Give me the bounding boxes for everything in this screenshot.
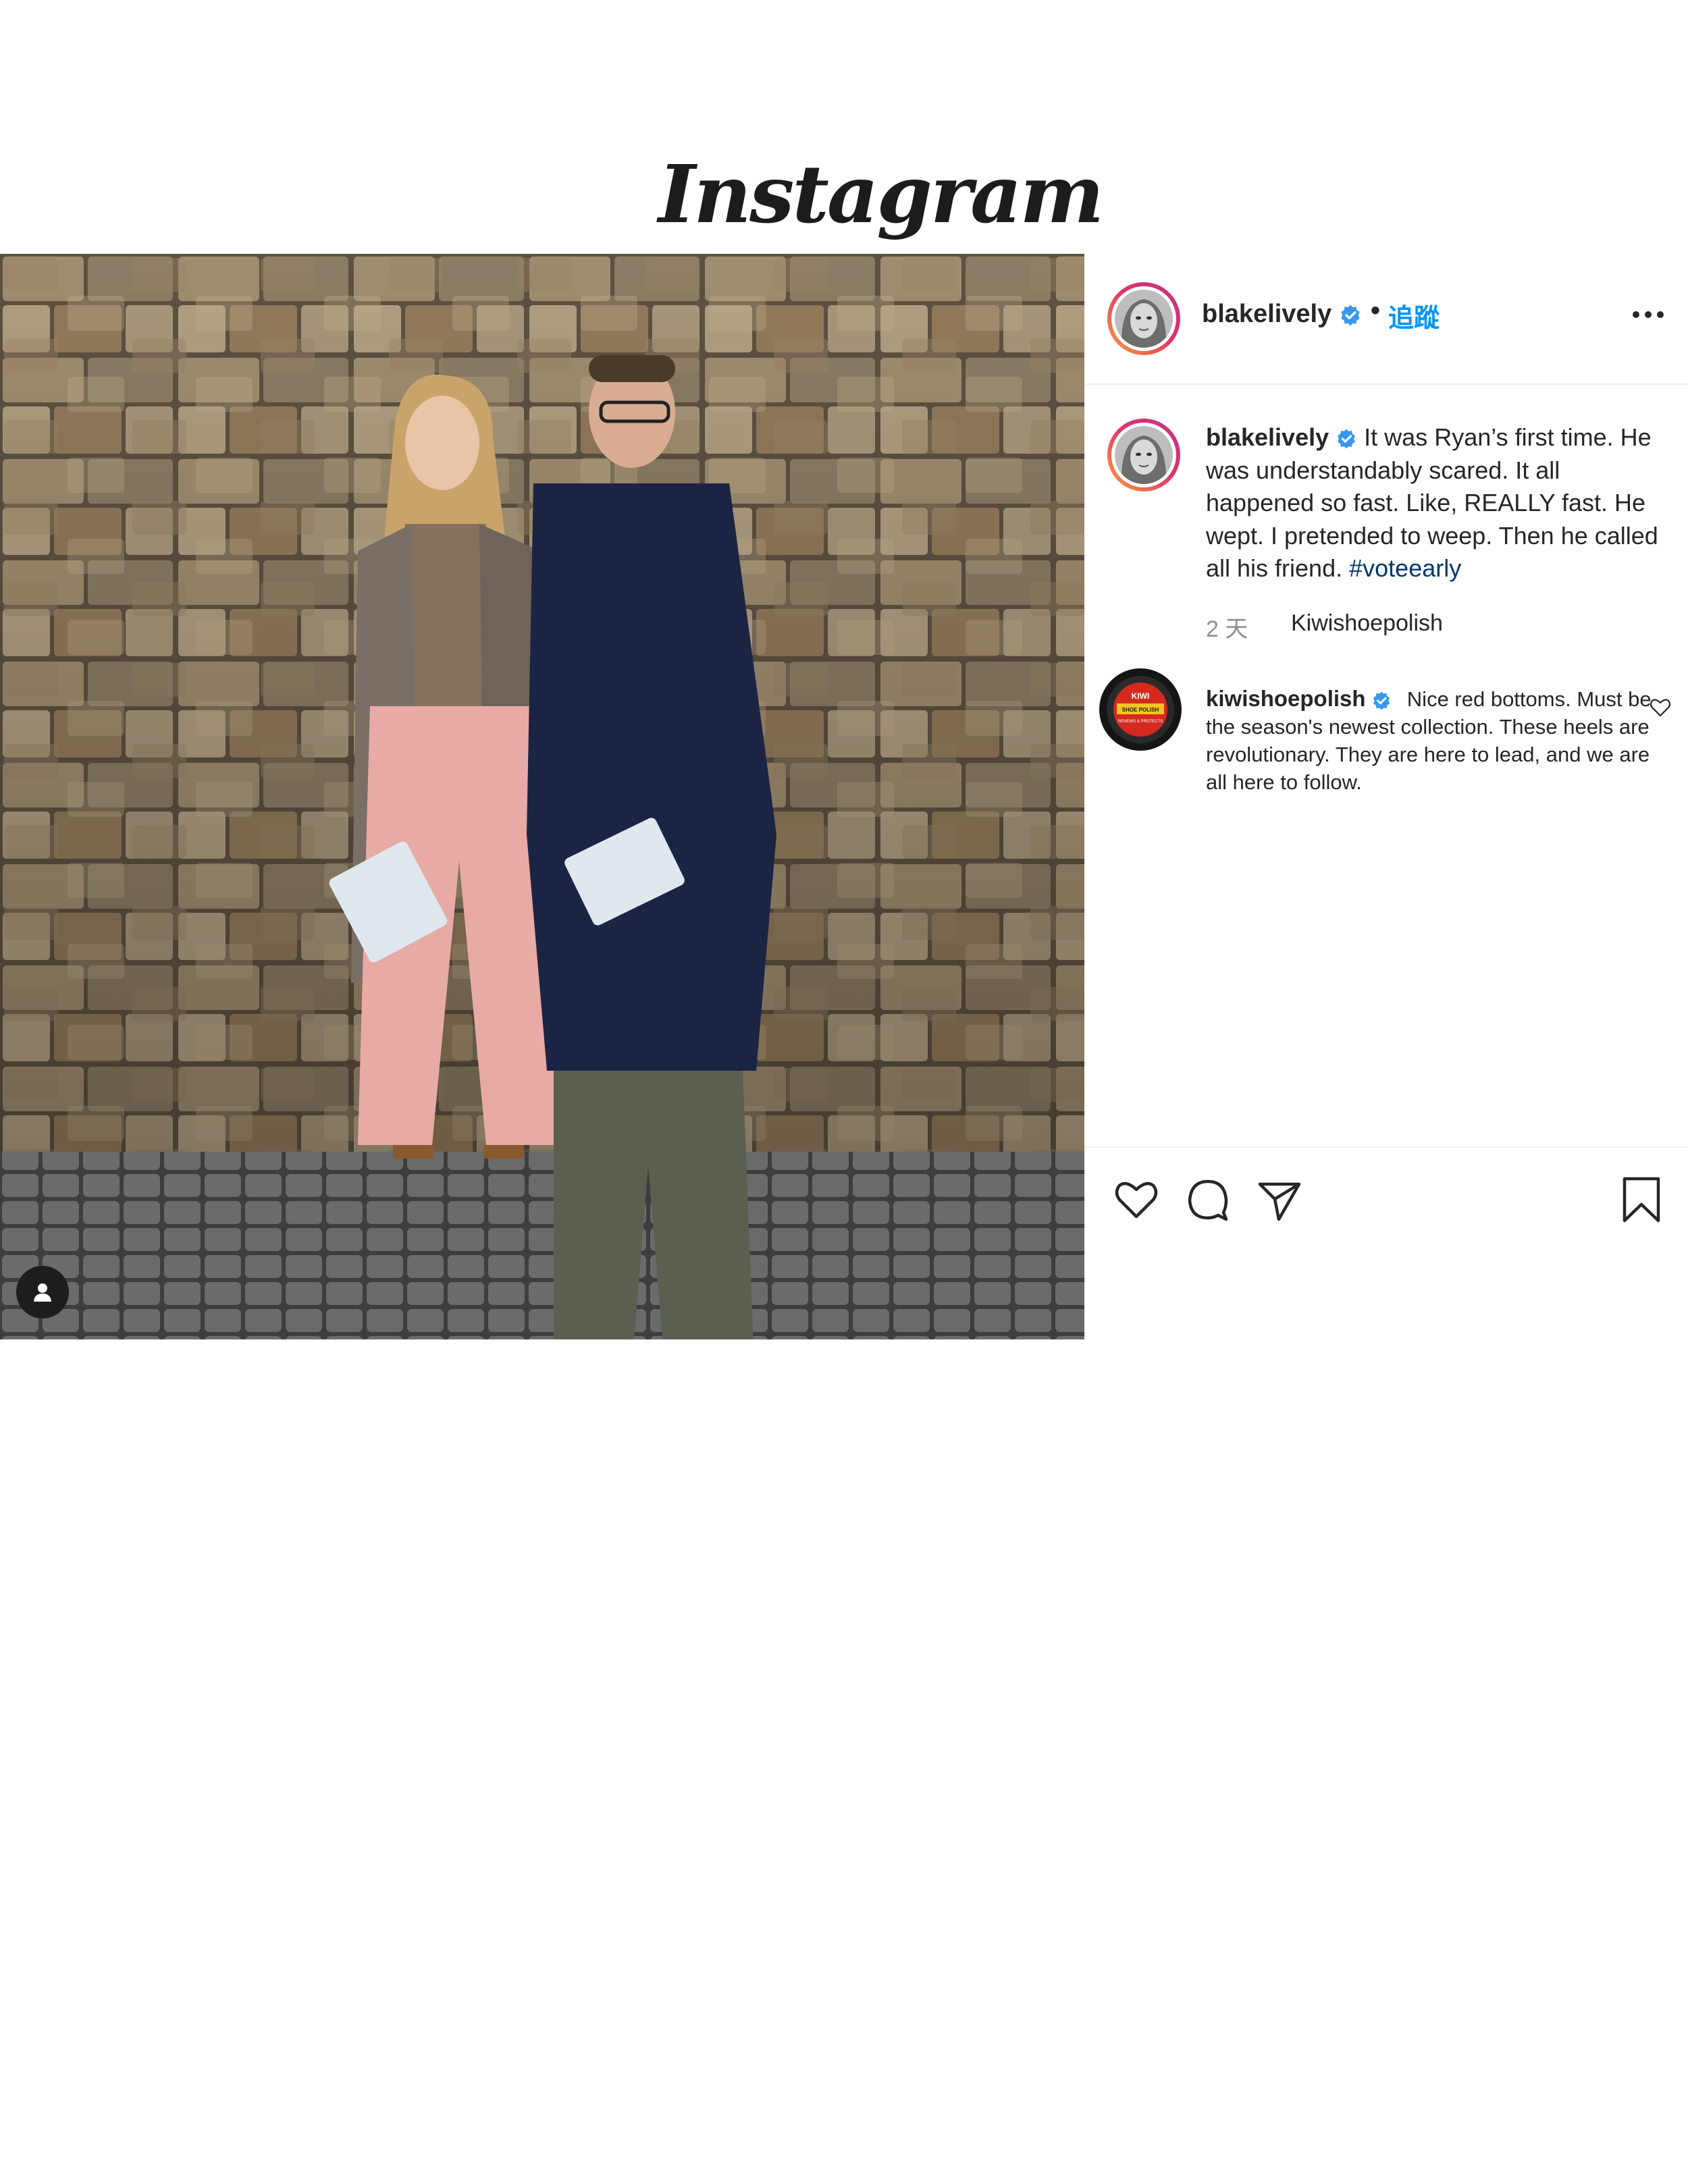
follow-button[interactable]: 追蹤: [1388, 297, 1440, 334]
author-username-text[interactable]: blakelively: [1202, 300, 1331, 328]
verified-badge-icon: [1373, 691, 1390, 710]
comment-username[interactable]: kiwishoepolish: [1206, 686, 1366, 711]
bookmark-icon[interactable]: [1618, 1176, 1665, 1223]
kiwi-brand-text: KIWI: [1132, 691, 1150, 701]
comment-item: kiwishoepolish Nice red bottoms. Must be…: [1206, 685, 1665, 796]
author-avatar[interactable]: [1107, 282, 1180, 355]
user-tag-icon[interactable]: [16, 1266, 69, 1319]
caption-avatar[interactable]: [1107, 419, 1180, 491]
caption-meta: 2 天 Kiwishoepolish: [1206, 610, 1443, 643]
caption-username[interactable]: blakelively: [1206, 423, 1329, 451]
kiwi-sub-text: RENEWS & PROTECTS: [1118, 720, 1163, 724]
post-actions: [1084, 1146, 1688, 1229]
comment-icon[interactable]: [1184, 1176, 1232, 1223]
reply-user-link[interactable]: Kiwishoepolish: [1291, 610, 1443, 637]
post-header: blakelively • 追蹤: [1084, 254, 1688, 385]
share-icon[interactable]: [1256, 1176, 1303, 1223]
heart-icon[interactable]: [1113, 1176, 1160, 1223]
commenter-avatar[interactable]: KIWI SHOE POLISH RENEWS & PROTECTS: [1099, 668, 1182, 751]
comment-heart-icon[interactable]: [1649, 696, 1672, 719]
verified-badge-icon: [1341, 304, 1360, 326]
post-caption: blakelively It was Ryan’s first time. He…: [1206, 421, 1665, 585]
instagram-logo: Instagram: [658, 147, 1104, 241]
author-username[interactable]: blakelively: [1202, 300, 1362, 329]
post-sidebar: blakelively • 追蹤 blakelively It was Ryan…: [1084, 254, 1688, 1339]
post-photo[interactable]: [0, 254, 1084, 1339]
header-separator: •: [1371, 296, 1381, 325]
kiwi-label-text: SHOE POLISH: [1122, 707, 1159, 713]
more-options-icon[interactable]: [1629, 301, 1667, 328]
caption-hashtag[interactable]: #voteearly: [1349, 554, 1461, 582]
post-image: [0, 254, 1084, 1339]
verified-badge-icon: [1338, 429, 1355, 449]
post-time[interactable]: 2 天: [1206, 616, 1248, 642]
